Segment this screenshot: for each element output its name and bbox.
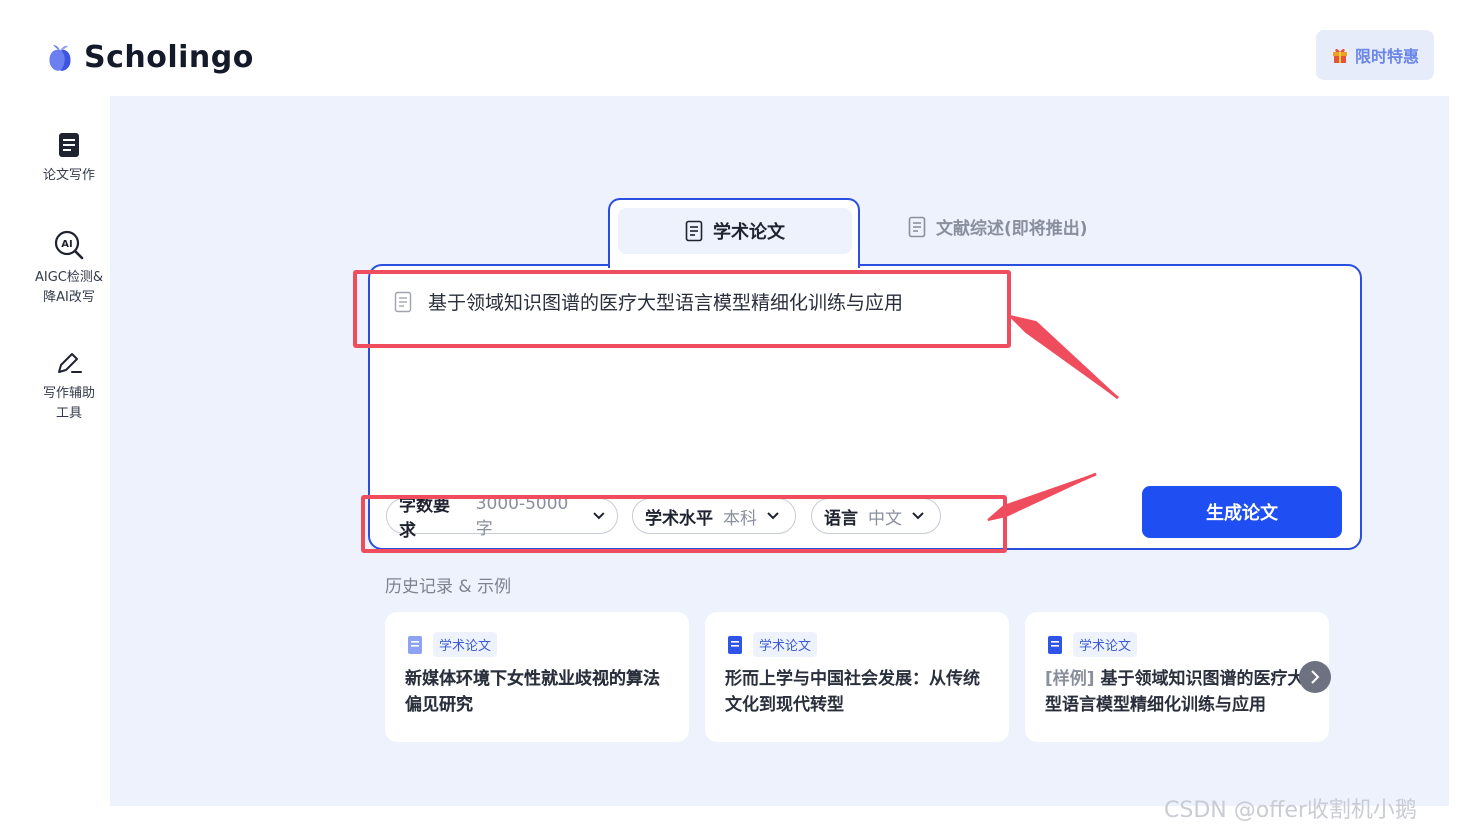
card-badge-row: 学术论文: [1047, 632, 1138, 657]
document-outline-icon: [908, 216, 926, 237]
sidebar: 论文写作 AI AIGC检测& 降AI改写 写作辅助 工具: [28, 96, 110, 806]
promo-button[interactable]: 限时特惠: [1316, 30, 1434, 80]
gift-icon: [1332, 48, 1347, 63]
card-badge-row: 学术论文: [727, 632, 818, 657]
svg-text:AI: AI: [61, 239, 72, 250]
chevron-right-icon: [1311, 670, 1320, 684]
history-title: 历史记录 & 示例: [385, 577, 512, 597]
card-title: [样例] 基于领域知识图谱的医疗大型语言模型精细化训练与应用: [1045, 666, 1315, 718]
highlight-box-options: [361, 495, 1007, 553]
pencil-icon: [58, 353, 82, 373]
tab-literature-review[interactable]: 文献综述(即将推出): [908, 214, 1088, 239]
card-badge-row: 学术论文: [407, 632, 498, 657]
logo-icon: [49, 44, 71, 71]
watermark: CSDN @offer收割机小鹅: [1164, 798, 1417, 823]
tab-label: 学术论文: [713, 222, 785, 243]
tab-academic-paper[interactable]: 学术论文: [608, 198, 860, 268]
sidebar-item-label: 论文写作: [42, 168, 95, 183]
category-badge: 学术论文: [753, 632, 818, 657]
logo[interactable]: Scholingo: [46, 40, 254, 75]
history-card[interactable]: 学术论文 [样例] 基于领域知识图谱的医疗大型语言模型精细化训练与应用: [1025, 612, 1329, 742]
tab-join: [610, 260, 858, 268]
history-card[interactable]: 学术论文 形而上学与中国社会发展：从传统文化到现代转型: [705, 612, 1009, 742]
promo-label: 限时特惠: [1354, 47, 1419, 66]
card-title: 新媒体环境下女性就业歧视的算法偏见研究: [405, 666, 675, 718]
sidebar-item-label: AIGC检测&: [34, 270, 103, 285]
card-title: 形而上学与中国社会发展：从传统文化到现代转型: [725, 669, 980, 715]
app-name: Scholingo: [84, 40, 254, 75]
sidebar-item-aigc-detection[interactable]: AI AIGC检测& 降AI改写: [28, 230, 110, 308]
document-filled-icon: [728, 635, 742, 654]
sidebar-item-label-line2: 工具: [55, 406, 82, 421]
tab-academic-paper-inner: 学术论文: [618, 208, 852, 254]
generate-paper-button[interactable]: 生成论文: [1142, 486, 1342, 538]
category-badge: 学术论文: [1073, 632, 1138, 657]
document-outline-icon: [685, 220, 703, 242]
history-card[interactable]: 学术论文 新媒体环境下女性就业歧视的算法偏见研究: [385, 612, 689, 742]
document-filled-icon: [1048, 635, 1062, 654]
tab-label: 文献综述(即将推出): [936, 219, 1088, 239]
top-bar: Scholingo 限时特惠: [28, 28, 1449, 96]
document-icon: [59, 133, 79, 157]
sidebar-item-label-line2: 降AI改写: [43, 290, 95, 305]
next-arrow-button[interactable]: [1299, 661, 1331, 693]
sidebar-item-paper-writing[interactable]: 论文写作: [28, 132, 110, 186]
sidebar-item-writing-tools[interactable]: 写作辅助 工具: [28, 350, 110, 424]
sample-tag: [样例]: [1045, 669, 1095, 689]
highlight-box-title: [353, 270, 1011, 348]
app-frame: Scholingo 限时特惠 论文写作 AI AIGC检测& 降AI改写 写作辅…: [28, 28, 1449, 806]
sidebar-item-label: 写作辅助: [42, 386, 95, 401]
ai-search-icon: AI: [54, 230, 84, 260]
document-filled-icon: [408, 635, 422, 654]
category-badge: 学术论文: [433, 632, 498, 657]
